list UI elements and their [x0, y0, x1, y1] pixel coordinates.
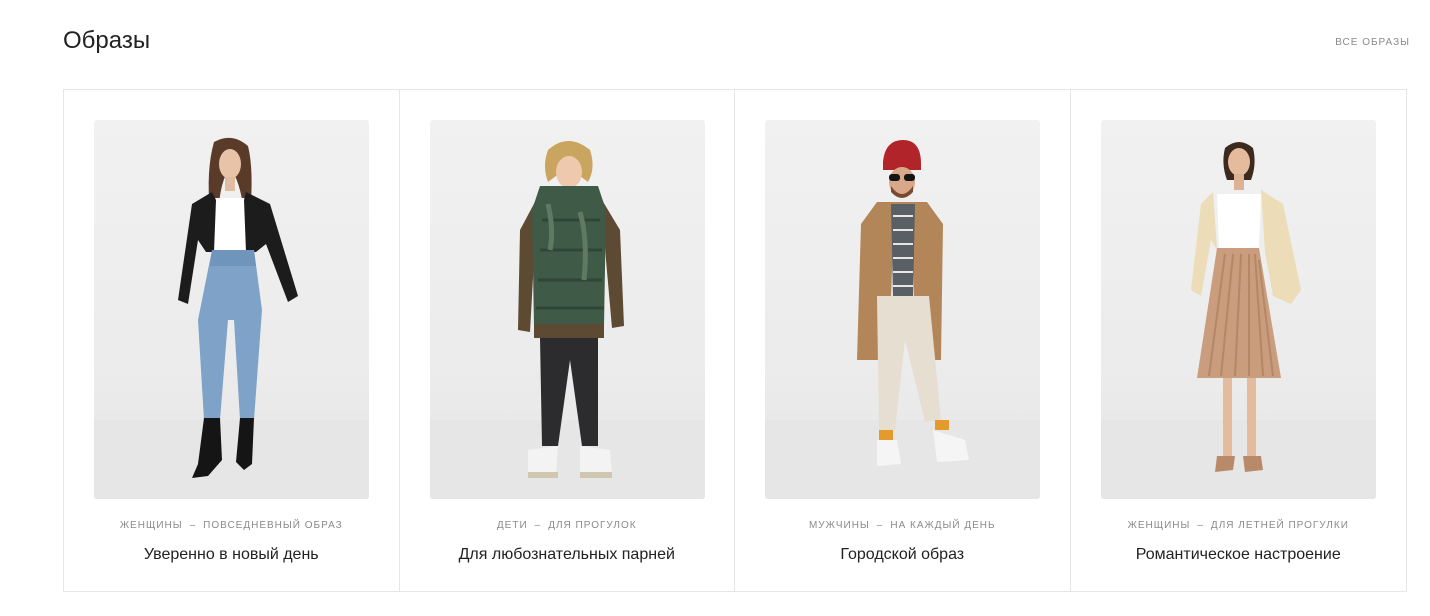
look-card[interactable]: ЖЕНЩИНЫ – ДЛЯ ЛЕТНЕЙ ПРОГУЛКИ Романтическо…	[1071, 90, 1407, 591]
look-category: ЖЕНЩИНЫ – ДЛЯ ЛЕТНЕЙ ПРОГУЛКИ	[1071, 520, 1407, 532]
look-audience: ЖЕНЩИНЫ	[119, 520, 183, 531]
look-title[interactable]: Романтическое настроение	[1071, 545, 1407, 565]
look-audience: ЖЕНЩИНЫ	[1127, 520, 1191, 531]
look-occasion: ДЛЯ ПРОГУЛОК	[548, 520, 637, 531]
category-separator: –	[876, 520, 884, 531]
look-occasion: ПОВСЕДНЕВНЫЙ ОБРАЗ	[203, 520, 343, 531]
look-photo[interactable]	[765, 120, 1040, 499]
look-photo[interactable]	[94, 120, 369, 499]
look-category: ДЕТИ – ДЛЯ ПРОГУЛОК	[400, 520, 735, 532]
all-looks-link[interactable]: ВСЕ ОБРАЗЫ	[1335, 37, 1410, 49]
look-title[interactable]: Уверенно в новый день	[64, 545, 399, 565]
look-category: ЖЕНЩИНЫ – ПОВСЕДНЕВНЫЙ ОБРАЗ	[64, 520, 399, 532]
look-card[interactable]: МУЖЧИНЫ – НА КАЖДЫЙ ДЕНЬ Городской образ	[735, 90, 1071, 591]
look-audience: ДЕТИ	[496, 520, 528, 531]
section-title: Образы	[63, 27, 151, 54]
look-audience: МУЖЧИНЫ	[808, 520, 870, 531]
look-occasion: НА КАЖДЫЙ ДЕНЬ	[890, 520, 996, 531]
look-card[interactable]: ДЕТИ – ДЛЯ ПРОГУЛОК Для любознательных пар…	[400, 90, 735, 591]
look-card[interactable]: ЖЕНЩИНЫ – ПОВСЕДНЕВНЫЙ ОБРАЗ Уверенно в но…	[64, 90, 400, 591]
category-separator: –	[1197, 520, 1204, 531]
look-photo[interactable]	[1100, 120, 1376, 499]
looks-grid: ЖЕНЩИНЫ – ПОВСЕДНЕВНЫЙ ОБРАЗ Уверенно в но…	[63, 89, 1407, 592]
look-title[interactable]: Для любознательных парней	[400, 545, 735, 565]
look-title[interactable]: Городской образ	[735, 545, 1070, 565]
look-occasion: ДЛЯ ЛЕТНЕЙ ПРОГУЛКИ	[1210, 520, 1349, 531]
category-separator: –	[534, 520, 542, 531]
look-photo[interactable]	[429, 120, 705, 499]
category-separator: –	[189, 520, 197, 531]
look-category: МУЖЧИНЫ – НА КАЖДЫЙ ДЕНЬ	[735, 520, 1070, 532]
